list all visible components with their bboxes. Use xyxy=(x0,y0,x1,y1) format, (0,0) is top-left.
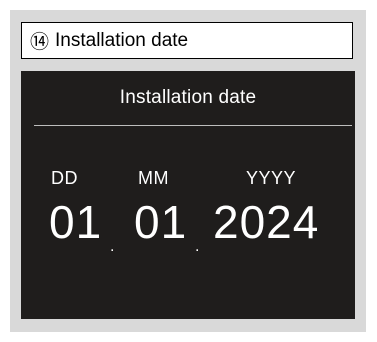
figure-caption: ⑭ Installation date xyxy=(21,22,353,59)
caption-text: Installation date xyxy=(55,29,189,51)
device-screen: Installation date DD MM YYYY 01 . 01 . 2… xyxy=(21,71,355,319)
month-value[interactable]: 01 xyxy=(134,199,187,245)
day-month-separator: . xyxy=(110,238,115,255)
month-label: MM xyxy=(138,168,169,188)
title-divider xyxy=(34,125,352,126)
month-year-separator: . xyxy=(195,238,200,255)
day-label: DD xyxy=(51,168,78,188)
figure-frame: ⑭ Installation date Installation date DD… xyxy=(10,10,366,332)
year-value[interactable]: 2024 xyxy=(213,199,319,245)
screen-title: Installation date xyxy=(119,87,257,108)
caption-number: ⑭ xyxy=(30,32,50,53)
year-label: YYYY xyxy=(246,168,297,188)
day-value[interactable]: 01 xyxy=(49,199,102,245)
